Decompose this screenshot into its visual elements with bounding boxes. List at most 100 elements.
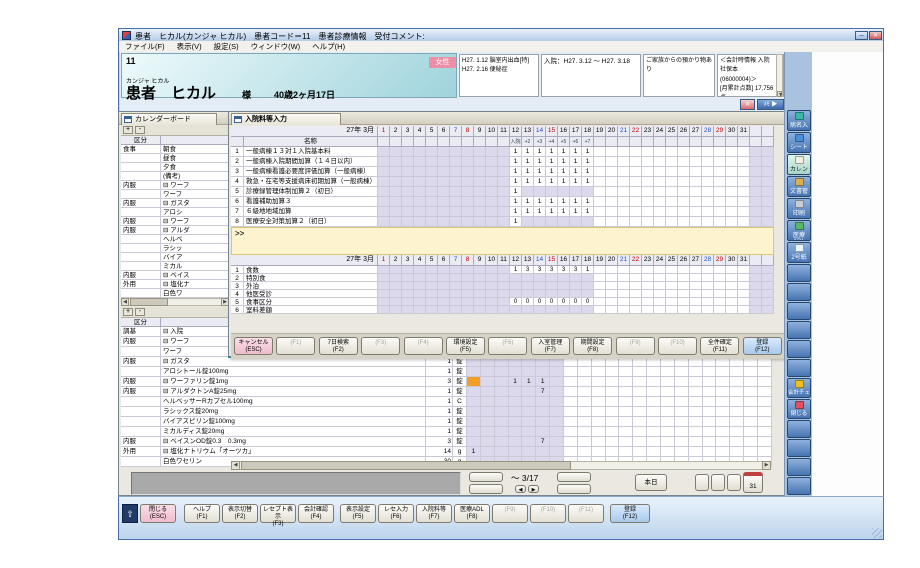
meal-day-cell[interactable]	[654, 274, 666, 282]
meal-day-cell[interactable]	[738, 274, 750, 282]
kubun-cell[interactable]	[121, 190, 161, 199]
meal-day-cell[interactable]	[654, 306, 666, 314]
meal-day-cell[interactable]	[402, 306, 414, 314]
fee-day-cell[interactable]	[486, 187, 498, 197]
fee-day-cell[interactable]	[690, 217, 702, 227]
fee-day-cell[interactable]	[426, 197, 438, 207]
fee-day-cell[interactable]	[402, 167, 414, 177]
fkey-f2-button[interactable]: 7日検索(F2)	[319, 337, 358, 355]
meal-day-cell[interactable]	[558, 282, 570, 290]
fee-day-cell[interactable]	[498, 207, 510, 217]
meal-day-cell[interactable]	[630, 274, 642, 282]
meal-day-cell[interactable]	[498, 306, 510, 314]
schedule-day-cell[interactable]	[647, 417, 661, 427]
meal-day-cell[interactable]	[642, 274, 654, 282]
item-name-cell[interactable]: (備考)	[161, 172, 229, 181]
kubun-cell[interactable]: 内服	[121, 337, 161, 347]
fee-name-cell[interactable]: 看護補助加算３	[244, 197, 378, 207]
fee-day-cell[interactable]	[654, 167, 666, 177]
fee-day-cell[interactable]	[702, 177, 714, 187]
fee-day-cell[interactable]	[690, 207, 702, 217]
schedule-day-cell[interactable]	[564, 427, 578, 437]
meal-day-cell[interactable]	[474, 266, 486, 274]
fee-day-cell[interactable]	[594, 187, 606, 197]
schedule-day-cell[interactable]	[495, 407, 509, 417]
fee-day-cell[interactable]	[738, 197, 750, 207]
fee-day-cell[interactable]	[486, 157, 498, 167]
schedule-day-cell[interactable]	[758, 427, 772, 437]
meal-day-cell[interactable]	[726, 290, 738, 298]
schedule-day-cell[interactable]	[758, 407, 772, 417]
fee-day-cell[interactable]	[390, 187, 402, 197]
fee-day-cell[interactable]: 1	[582, 147, 594, 157]
schedule-day-cell[interactable]	[689, 417, 703, 427]
meal-day-cell[interactable]	[426, 306, 438, 314]
meal-day-cell[interactable]	[678, 282, 690, 290]
fee-day-cell[interactable]	[414, 157, 426, 167]
meal-day-cell[interactable]	[654, 266, 666, 274]
fee-day-cell[interactable]	[606, 167, 618, 177]
fee-day-cell[interactable]	[450, 187, 462, 197]
fee-day-cell[interactable]: 1	[570, 207, 582, 217]
schedule-day-cell[interactable]	[716, 417, 730, 427]
fee-day-cell[interactable]	[726, 147, 738, 157]
meal-day-cell[interactable]: 0	[546, 298, 558, 306]
fee-day-cell[interactable]	[606, 217, 618, 227]
schedule-day-cell[interactable]	[550, 407, 564, 417]
schedule-day-cell[interactable]	[536, 407, 550, 417]
blank-button[interactable]	[727, 474, 741, 491]
fee-day-cell[interactable]	[630, 167, 642, 177]
schedule-day-cell[interactable]	[703, 407, 717, 417]
meal-day-cell[interactable]	[630, 282, 642, 290]
fee-name-cell[interactable]: 一般病棟入院期間加算（１４日以内）	[244, 157, 378, 167]
schedule-day-cell[interactable]	[619, 397, 633, 407]
schedule-day-cell[interactable]	[633, 377, 647, 387]
fee-day-cell[interactable]	[402, 177, 414, 187]
schedule-day-cell[interactable]	[675, 397, 689, 407]
meal-day-cell[interactable]	[618, 274, 630, 282]
schedule-day-cell[interactable]	[619, 407, 633, 417]
schedule-day-cell[interactable]	[633, 437, 647, 447]
schedule-day-cell[interactable]	[675, 387, 689, 397]
fee-day-cell[interactable]	[630, 217, 642, 227]
fee-day-cell[interactable]	[402, 187, 414, 197]
blank-button[interactable]	[695, 474, 709, 491]
meal-day-cell[interactable]	[594, 266, 606, 274]
sidebar-blank-button[interactable]	[787, 321, 811, 339]
fee-day-cell[interactable]	[606, 157, 618, 167]
meal-day-cell[interactable]	[558, 290, 570, 298]
schedule-day-cell[interactable]	[716, 447, 730, 457]
sidebar-blank-button[interactable]	[787, 340, 811, 358]
fee-day-cell[interactable]	[654, 177, 666, 187]
meal-day-cell[interactable]	[414, 266, 426, 274]
item-name-cell[interactable]: 夕食	[161, 163, 229, 172]
meal-day-cell[interactable]	[690, 298, 702, 306]
meal-day-cell[interactable]	[654, 298, 666, 306]
fee-day-cell[interactable]	[618, 147, 630, 157]
meal-day-cell[interactable]	[690, 306, 702, 314]
fee-day-cell[interactable]	[462, 177, 474, 187]
meal-day-cell[interactable]: 0	[582, 298, 594, 306]
schedule-day-cell[interactable]	[661, 377, 675, 387]
fee-day-cell[interactable]	[522, 187, 534, 197]
schedule-day-cell[interactable]	[647, 387, 661, 397]
kubun-cell[interactable]	[121, 172, 161, 181]
fee-day-cell[interactable]	[702, 147, 714, 157]
meal-day-cell[interactable]	[726, 298, 738, 306]
fee-day-cell[interactable]	[726, 217, 738, 227]
qty-cell[interactable]: 3	[426, 437, 453, 447]
meal-day-cell[interactable]	[666, 282, 678, 290]
schedule-day-cell[interactable]	[592, 417, 606, 427]
fee-day-cell[interactable]	[534, 187, 546, 197]
resize-grip[interactable]	[872, 528, 882, 538]
fee-day-cell[interactable]	[438, 157, 450, 167]
schedule-day-cell[interactable]	[481, 417, 495, 427]
fee-day-cell[interactable]	[642, 197, 654, 207]
fee-day-cell[interactable]	[714, 197, 726, 207]
fee-day-cell[interactable]: 1	[570, 167, 582, 177]
fee-day-cell[interactable]	[402, 147, 414, 157]
meal-day-cell[interactable]: 0	[558, 298, 570, 306]
fee-day-cell[interactable]	[498, 197, 510, 207]
schedule-day-cell[interactable]: 1	[467, 447, 481, 457]
schedule-day-cell[interactable]	[730, 417, 744, 427]
